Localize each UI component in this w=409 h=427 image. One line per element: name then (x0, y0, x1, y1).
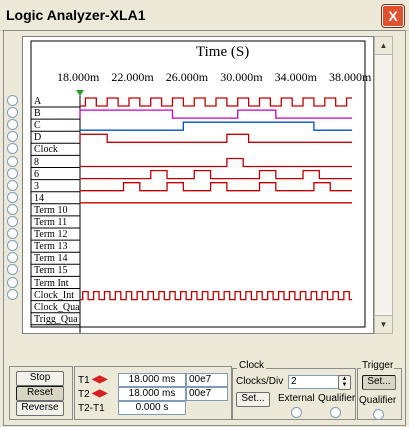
t2-label: T2 (78, 389, 90, 400)
signal-waveform (80, 97, 352, 107)
channel-label: Term 14 (34, 253, 68, 265)
channel-label: Term 13 (34, 241, 68, 253)
reverse-button[interactable]: Reverse (16, 401, 64, 416)
channel-radio[interactable] (7, 276, 18, 288)
trigger-set-button[interactable]: Set... (362, 375, 396, 390)
channel-label: D (34, 132, 42, 144)
close-button[interactable]: X (382, 5, 404, 27)
qualifier-radio[interactable] (330, 407, 341, 418)
time-tick-label: 34.000m (274, 70, 317, 84)
channel-radio[interactable] (7, 203, 18, 215)
channel-radio[interactable] (7, 95, 18, 106)
reset-button[interactable]: Reset (16, 386, 64, 401)
external-label: External (278, 393, 315, 404)
channel-label: Clock_Int (34, 289, 74, 301)
stop-button[interactable]: Stop (16, 371, 64, 386)
clock-group-title: Clock (237, 360, 267, 371)
t2-arrows-icon[interactable]: ◀▶ (92, 388, 107, 399)
channel-radio[interactable] (7, 155, 18, 167)
signal-waveform (80, 169, 352, 180)
window-title: Logic Analyzer-XLA1 (6, 7, 146, 23)
t2t1-label: T2-T1 (78, 403, 105, 414)
channel-label: B (34, 108, 41, 120)
channel-radio[interactable] (7, 179, 18, 191)
channel-label: 8 (34, 156, 39, 168)
axis-title: Time (S) (196, 44, 250, 60)
time-tick-label: 18.000m (57, 70, 100, 84)
channel-radio[interactable] (7, 167, 18, 179)
signal-waveform (80, 157, 352, 168)
signal-waveform (79, 109, 352, 119)
channel-label: C (34, 120, 41, 132)
clocks-div-spinner-icon[interactable]: ▲ ▼ (338, 375, 351, 390)
t2t1-time-field: 0.000 s (118, 401, 186, 415)
channel-label: Term Int (34, 277, 69, 289)
t1-arrows-icon[interactable]: ◀▶ (92, 374, 107, 385)
trigger-marker-icon (76, 90, 84, 96)
trigger-group-title: Trigger (361, 360, 395, 371)
scroll-up-icon[interactable]: ▲ (375, 37, 392, 55)
t2-hex-field: 00e7 (186, 387, 228, 401)
channel-radio[interactable] (7, 288, 18, 300)
channel-label: Term 10 (34, 204, 68, 216)
channel-radio[interactable] (7, 191, 18, 203)
clocks-div-input[interactable]: 2 (288, 375, 340, 389)
time-tick-label: 26.000m (165, 70, 209, 84)
channel-label: A (34, 96, 42, 107)
channel-label: Term 11 (34, 217, 68, 228)
signal-waveform (80, 121, 352, 131)
channel-label: Clock (34, 144, 58, 156)
signal-waveform (80, 182, 352, 192)
trigger-qualifier-radio[interactable] (373, 409, 384, 420)
channel-label: Trigg_Qua (34, 313, 78, 325)
channel-label: 14 (34, 192, 44, 204)
channel-label: 3 (34, 180, 39, 192)
scroll-down-icon[interactable]: ▼ (375, 315, 392, 333)
qualifier-label: Qualifier (318, 393, 356, 404)
channel-label: Term 15 (34, 265, 68, 277)
channel-label: Term 12 (34, 229, 68, 241)
time-tick-label: 38.000m (329, 70, 372, 84)
time-tick-label: 22.000m (111, 70, 154, 84)
channel-label: 6 (34, 168, 39, 180)
signal-waveform (80, 290, 352, 301)
channel-label: Clock_Qua (34, 301, 80, 313)
time-tick-label: 30.000m (220, 70, 263, 84)
t2-time-field: 18.000 ms (118, 387, 186, 401)
vertical-scrollbar[interactable]: ▲ ▼ (374, 36, 393, 334)
t1-hex-field: 00e7 (186, 373, 228, 387)
signal-waveform (79, 133, 352, 143)
external-radio[interactable] (291, 407, 302, 418)
t1-label: T1 (78, 375, 90, 386)
title-bar: Logic Analyzer-XLA1 X (0, 0, 409, 31)
clock-set-button[interactable]: Set... (236, 392, 270, 407)
trigger-qualifier-label: Qualifier (359, 395, 397, 406)
t1-time-field: 18.000 ms (118, 373, 186, 387)
channel-radio[interactable] (7, 216, 18, 227)
clocks-div-label: Clocks/Div (236, 376, 284, 387)
